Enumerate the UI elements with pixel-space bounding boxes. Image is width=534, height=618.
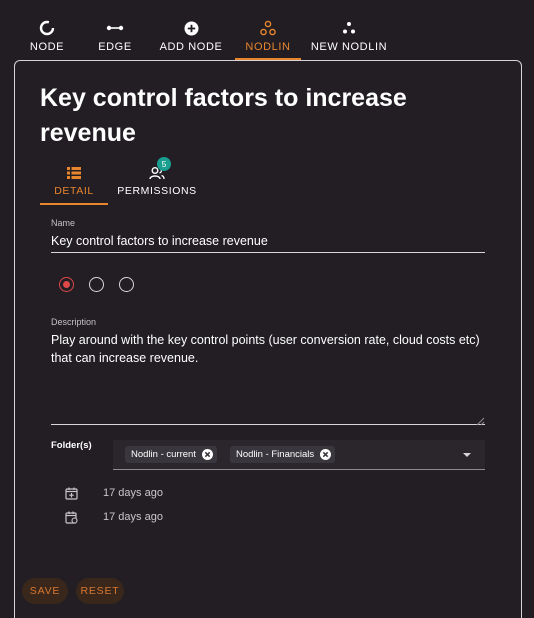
tab-detail-label: DETAIL (54, 185, 94, 197)
nav-node[interactable]: NODE (29, 0, 65, 60)
chevron-down-icon[interactable] (463, 453, 471, 457)
node-icon (37, 18, 57, 38)
nav-add-node[interactable]: ADD NODE (160, 0, 222, 60)
detail-list-icon (65, 165, 83, 181)
nav-edge[interactable]: EDGE (97, 0, 133, 60)
folders-label: Folder(s) (51, 440, 92, 451)
radio-option-2[interactable] (89, 277, 104, 292)
top-navigation: NODE EDGE ADD NODE NODLIN NEW NODLIN (0, 0, 534, 60)
calendar-update-icon (65, 511, 78, 524)
name-field-label: Name (51, 218, 76, 228)
radio-option-1[interactable] (59, 277, 74, 292)
tab-permissions[interactable]: 5 PERMISSIONS (115, 157, 199, 205)
remove-chip-icon[interactable] (320, 449, 332, 460)
page-title: Key control factors to increase revenue (40, 84, 407, 147)
folder-chip: Nodlin - Financials (230, 446, 336, 463)
description-field-label: Description (51, 317, 97, 327)
permissions-count-badge: 5 (157, 157, 171, 171)
created-date: 17 days ago (103, 487, 163, 499)
nav-new-nodlin-label: NEW NODLIN (310, 41, 388, 53)
new-nodlin-icon (339, 18, 359, 38)
folder-select[interactable]: Nodlin - current Nodlin - Financials (113, 440, 485, 470)
nav-new-nodlin[interactable]: NEW NODLIN (310, 0, 388, 60)
name-field-underline (51, 252, 485, 253)
nav-nodlin[interactable]: NODLIN (235, 0, 301, 60)
name-field[interactable]: Key control factors to increase revenue (51, 234, 485, 248)
add-node-icon (181, 18, 201, 38)
folder-chip-label: Nodlin - current (131, 449, 196, 460)
description-underline (51, 424, 485, 425)
nodlin-icon (258, 18, 278, 38)
resize-handle-icon[interactable] (476, 413, 485, 426)
tab-permissions-label: PERMISSIONS (117, 185, 197, 197)
nav-nodlin-label: NODLIN (245, 41, 291, 53)
remove-chip-icon[interactable] (201, 449, 213, 460)
edge-icon (105, 18, 125, 38)
folder-chip: Nodlin - current (125, 446, 217, 463)
nav-edge-label: EDGE (98, 41, 132, 53)
description-textarea[interactable]: Play around with the key control points … (51, 331, 485, 367)
nav-add-node-label: ADD NODE (159, 41, 223, 53)
nav-node-label: NODE (29, 41, 65, 53)
updated-date: 17 days ago (103, 511, 163, 523)
radio-option-3[interactable] (119, 277, 134, 292)
folder-chip-label: Nodlin - Financials (236, 449, 315, 460)
save-button[interactable]: SAVE (22, 578, 68, 604)
calendar-add-icon (65, 487, 78, 500)
tab-detail[interactable]: DETAIL (40, 163, 108, 205)
nodlin-detail-panel: Key control factors to increase revenue … (14, 60, 522, 618)
reset-button[interactable]: RESET (76, 578, 124, 604)
